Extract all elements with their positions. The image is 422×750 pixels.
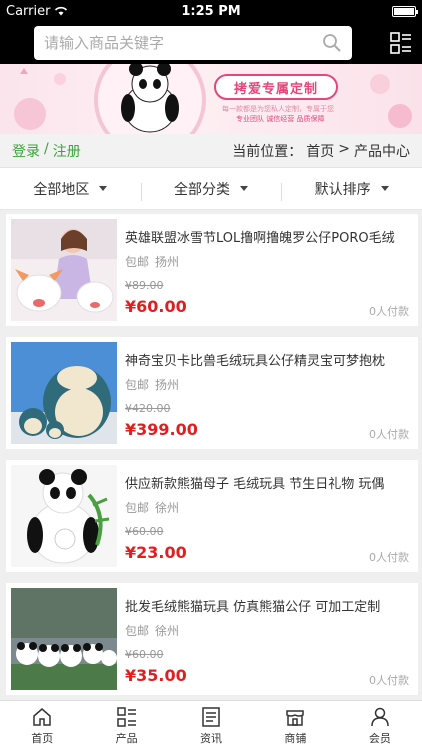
original-price: ¥60.00	[125, 648, 164, 661]
login-row: 登录 / 注册 当前位置： 首页 > 产品中心	[0, 134, 422, 168]
product-image-poro	[11, 219, 117, 321]
tab-member[interactable]: 会员	[338, 701, 422, 750]
status-bar: Carrier 1:25 PM	[0, 0, 422, 22]
sale-price: ¥35.00	[125, 666, 187, 685]
payment-count: 0人付款	[369, 551, 409, 564]
login-link[interactable]: 登录	[12, 141, 40, 161]
banner-subtitle: 每一款都是为您私人定制，专属于您	[222, 105, 334, 113]
menu-icon[interactable]	[390, 32, 412, 54]
home-icon	[33, 707, 51, 726]
sale-price: ¥60.00	[125, 297, 187, 316]
banner-title: 拷爱专属定制	[214, 74, 338, 100]
news-icon	[202, 706, 220, 727]
product-image-panda-group	[11, 588, 117, 690]
product-name: 英雄联盟冰雪节LOL撸啊撸魄罗公仔PORO毛绒	[125, 231, 395, 246]
product-card[interactable]: 神奇宝贝卡比兽毛绒玩具公仔精灵宝可梦抱枕 包邮 扬州 ¥420.00 ¥399.0…	[6, 337, 418, 449]
product-city: 扬州	[155, 378, 180, 392]
filter-sort-label: 默认排序	[314, 181, 371, 198]
breadcrumb-arrow: >	[338, 140, 350, 157]
caret-down-icon	[99, 186, 108, 191]
tab-member-label: 会员	[368, 731, 391, 745]
breadcrumb-current: 产品中心	[354, 143, 410, 160]
grid-list-icon	[116, 706, 136, 727]
breadcrumb: 当前位置： 首页 > 产品中心	[232, 141, 410, 161]
caret-down-icon	[380, 186, 389, 191]
filter-region-label: 全部地区	[33, 181, 90, 198]
search-box[interactable]	[34, 26, 352, 60]
product-name: 供应新款熊猫母子 毛绒玩具 节生日礼物 玩偶	[125, 477, 385, 492]
top-bar	[0, 22, 422, 64]
sale-price: ¥23.00	[125, 543, 187, 562]
caret-down-icon	[240, 186, 248, 191]
product-card[interactable]: 供应新款熊猫母子 毛绒玩具 节生日礼物 玩偶 包邮 徐州 ¥60.00 ¥23.0…	[6, 460, 418, 572]
tab-home-label: 首页	[31, 731, 54, 745]
original-price: ¥420.00	[125, 402, 171, 415]
breadcrumb-home[interactable]: 首页	[306, 141, 334, 161]
product-name: 神奇宝贝卡比兽毛绒玩具公仔精灵宝可梦抱枕	[125, 354, 386, 369]
banner-tags: 专业团队 诚信经营 品质保障	[236, 115, 325, 123]
filter-bar: 全部地区 全部分类 默认排序	[0, 168, 422, 210]
search-icon[interactable]	[322, 33, 342, 53]
product-city: 扬州	[155, 255, 180, 269]
shipping-label: 包邮	[125, 255, 150, 269]
shipping-label: 包邮	[125, 501, 150, 515]
status-time: 1:25 PM	[181, 3, 241, 19]
product-image-snorlax	[11, 342, 117, 444]
battery-icon	[392, 5, 418, 17]
register-link[interactable]: 注册	[53, 141, 81, 161]
product-city: 徐州	[155, 624, 180, 638]
filter-sort[interactable]: 默认排序	[281, 179, 422, 201]
store-icon	[286, 709, 305, 726]
product-city: 徐州	[155, 501, 180, 515]
auth-separator: /	[44, 140, 49, 157]
breadcrumb-prefix: 当前位置：	[232, 143, 303, 160]
filter-region[interactable]: 全部地区	[0, 179, 141, 199]
product-list: 英雄联盟冰雪节LOL撸啊撸魄罗公仔PORO毛绒 包邮 扬州 ¥89.00 ¥60.…	[6, 214, 418, 706]
product-card[interactable]: 批发毛绒熊猫玩具 仿真熊猫公仔 可加工定制 包邮 徐州 ¥60.00 ¥35.00…	[6, 583, 418, 695]
payment-count: 0人付款	[369, 305, 409, 318]
payment-count: 0人付款	[369, 428, 409, 441]
filter-category[interactable]: 全部分类	[140, 179, 282, 201]
product-name: 批发毛绒熊猫玩具 仿真熊猫公仔 可加工定制	[125, 600, 381, 615]
tab-store-label: 商铺	[284, 731, 307, 745]
carrier-info: Carrier	[6, 4, 146, 19]
product-image-panda-mother	[11, 465, 117, 567]
shipping-label: 包邮	[125, 378, 150, 392]
sale-price: ¥399.00	[125, 420, 198, 439]
filter-category-label: 全部分类	[174, 181, 230, 198]
original-price: ¥89.00	[125, 279, 164, 292]
wifi-icon	[55, 6, 68, 16]
carrier-label: Carrier	[6, 3, 51, 19]
user-icon	[371, 707, 389, 726]
tab-news[interactable]: 资讯	[169, 701, 253, 750]
payment-count: 0人付款	[369, 674, 409, 687]
original-price: ¥60.00	[125, 525, 164, 538]
tab-products-label: 产品	[115, 731, 138, 745]
shipping-label: 包邮	[125, 624, 150, 638]
product-card[interactable]: 英雄联盟冰雪节LOL撸啊撸魄罗公仔PORO毛绒 包邮 扬州 ¥89.00 ¥60.…	[6, 214, 418, 326]
promo-banner[interactable]: 拷爱专属定制 每一款都是为您私人定制，专属于您 专业团队 诚信经营 品质保障	[0, 64, 422, 134]
tab-store[interactable]: 商铺	[253, 701, 337, 750]
search-input[interactable]	[44, 34, 322, 52]
tab-products[interactable]: 产品	[84, 701, 168, 750]
bottom-tab-bar: 首页 产品 资讯 商铺 会员	[0, 700, 422, 750]
tab-news-label: 资讯	[200, 731, 223, 745]
tab-home[interactable]: 首页	[0, 701, 84, 750]
banner-decoration	[14, 64, 412, 134]
